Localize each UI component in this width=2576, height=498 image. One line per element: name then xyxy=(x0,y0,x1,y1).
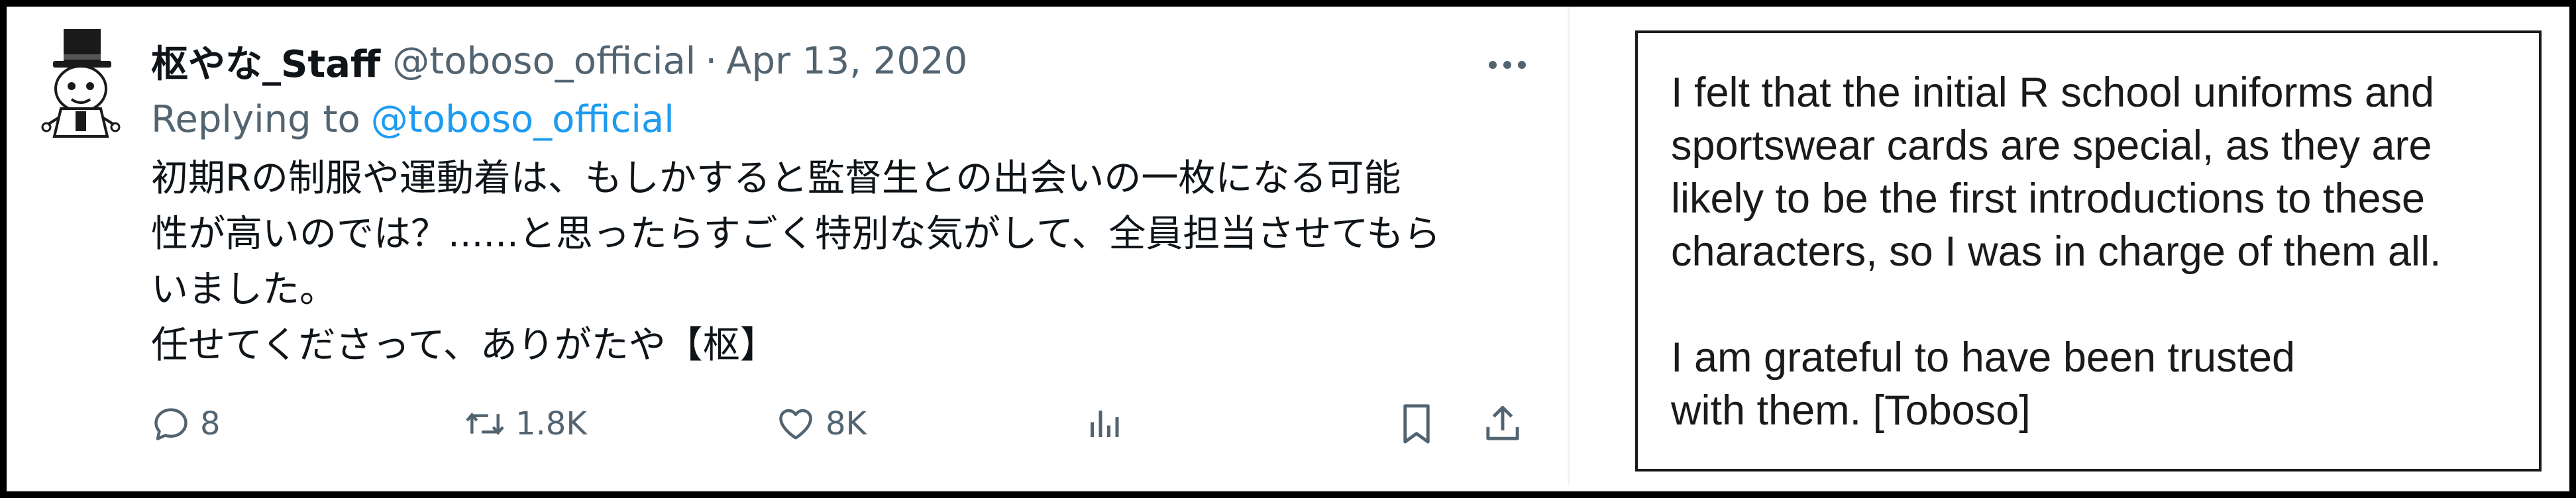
translation-line: I felt that the initial R school uniform… xyxy=(1671,70,2435,116)
reply-count: 8 xyxy=(200,405,221,442)
heart-icon xyxy=(779,409,812,440)
mention-link[interactable]: @toboso_official xyxy=(371,98,674,141)
tweet-body-line: 性が高いのでは？......と思ったらすごく特別な気がして、全員担当させてもら xyxy=(151,213,1441,256)
translation-text: I felt that the initial R school uniform… xyxy=(1671,66,2526,437)
translation-box: I felt that the initial R school uniform… xyxy=(1635,30,2542,472)
user-handle[interactable]: @toboso_official xyxy=(392,40,696,83)
retweet-count: 1.8K xyxy=(515,405,587,442)
replying-to-line: Replying to @toboso_official xyxy=(151,93,674,146)
avatar[interactable] xyxy=(38,25,125,144)
tweet-body: 初期Rの制服や運動着は、もしかすると監督生との出会いの一枚になる可能 性が高いの… xyxy=(151,151,1556,374)
views-button[interactable] xyxy=(1084,391,1124,457)
separator-dot: · xyxy=(705,39,718,83)
like-count: 8K xyxy=(826,405,867,442)
translation-line: likely to be the first introductions to … xyxy=(1671,175,2426,222)
tweet-body-line: 任せてくださって、ありがたや【枢】 xyxy=(151,324,777,367)
bookmark-button[interactable] xyxy=(1398,391,1435,457)
translation-line: I am grateful to have been trusted xyxy=(1671,334,2296,381)
replying-to-label: Replying to xyxy=(151,97,360,141)
translation-line: characters, so I was in charge of them a… xyxy=(1671,228,2442,275)
tweet-body-line: いました。 xyxy=(151,268,337,311)
reply-icon xyxy=(154,408,188,440)
like-button[interactable]: 8K xyxy=(775,391,867,457)
bookmark-icon xyxy=(1403,404,1430,444)
more-horizontal-icon xyxy=(1489,61,1526,69)
tweet-card[interactable]: 枢やな_Staff @toboso_official · Apr 13, 202… xyxy=(7,7,1568,485)
more-options-button[interactable] xyxy=(1471,41,1544,89)
translation-line: sportswear cards are special, as they ar… xyxy=(1671,123,2432,169)
tweet-header: 枢やな_Staff @toboso_official · Apr 13, 202… xyxy=(151,34,967,87)
translation-line: with them. [Toboso] xyxy=(1671,387,2031,434)
reply-button[interactable]: 8 xyxy=(151,391,221,457)
retweet-button[interactable]: 1.8K xyxy=(464,391,587,457)
share-button[interactable] xyxy=(1483,391,1523,457)
retweet-icon xyxy=(466,413,504,435)
views-chart-icon xyxy=(1091,411,1119,437)
display-name[interactable]: 枢やな_Staff xyxy=(151,34,380,88)
panel-divider xyxy=(1568,7,1570,485)
share-icon xyxy=(1486,405,1519,440)
tweet-body-line: 初期Rの制服や運動着は、もしかすると監督生との出会いの一枚になる可能 xyxy=(151,157,1401,200)
tweet-date[interactable]: Apr 13, 2020 xyxy=(726,40,967,83)
tweet-actions: 8 1.8K 8K xyxy=(7,391,1568,457)
